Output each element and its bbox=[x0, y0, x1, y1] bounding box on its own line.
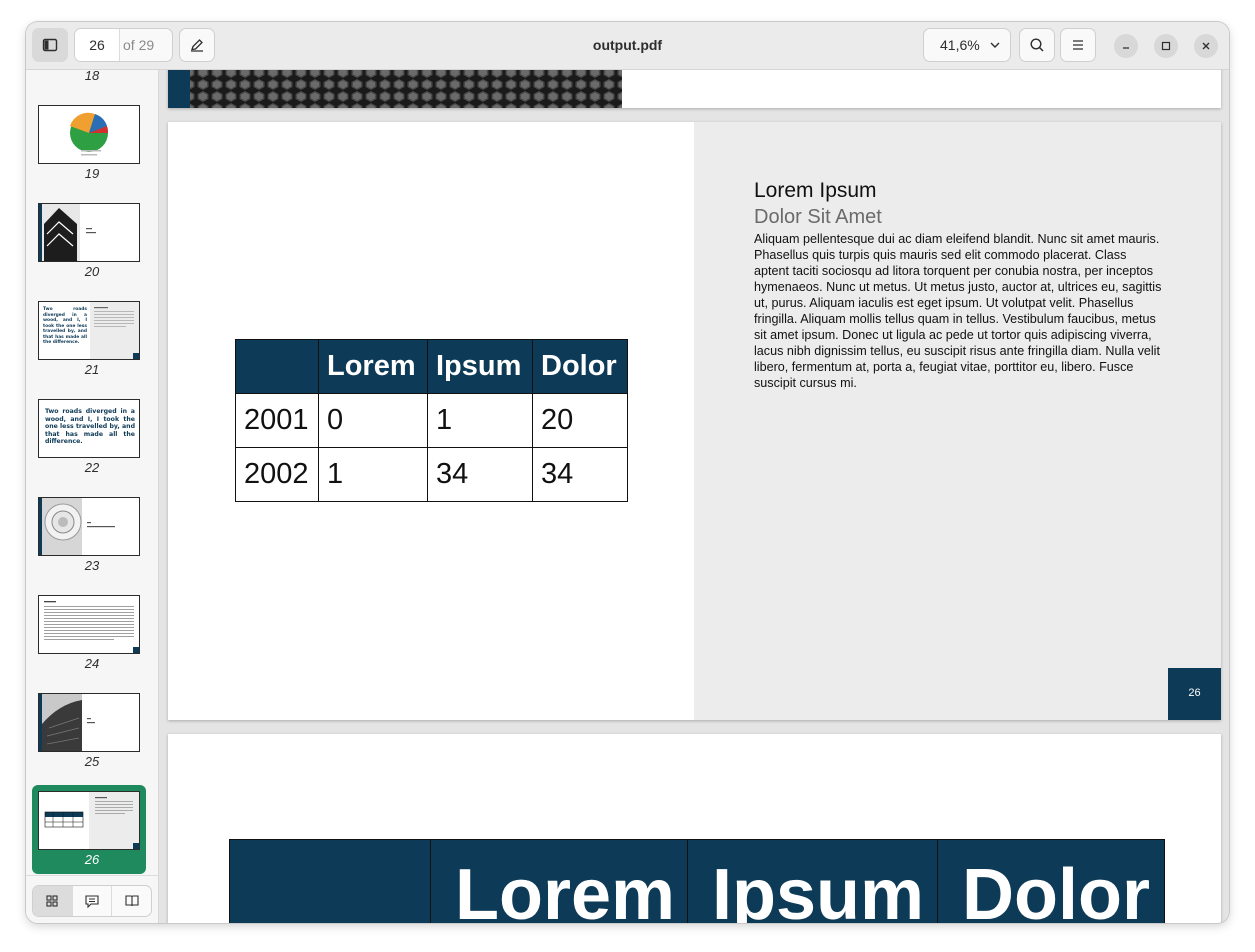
thumbnail-page-23[interactable] bbox=[38, 497, 140, 556]
thumbnail-page-24[interactable] bbox=[38, 595, 140, 654]
pencil-icon bbox=[191, 39, 203, 52]
text-page-thumbnail-image bbox=[44, 601, 139, 653]
page-selector[interactable]: 26 of 29 bbox=[74, 28, 173, 62]
table-cell: 1 bbox=[427, 393, 533, 448]
search-icon bbox=[1030, 38, 1044, 52]
table-header-cell: Ipsum bbox=[427, 339, 533, 394]
thumbnail-21-text-panel bbox=[90, 302, 139, 359]
thumbnail-21-quote: Two roads diverged in a wood, and I, I t… bbox=[43, 307, 87, 345]
thumbnail-22-quote: Two roads diverged in a wood, and I, I t… bbox=[45, 408, 135, 446]
thumbnail-page-21[interactable]: Two roads diverged in a wood, and I, I t… bbox=[38, 301, 140, 360]
thumbnail-label-22: 22 bbox=[84, 460, 100, 475]
thumbnail-label-24: 24 bbox=[84, 656, 100, 671]
table-header-cell bbox=[229, 839, 431, 923]
page-body-text: Aliquam pellentesque dui ac diam eleifen… bbox=[754, 232, 1162, 390]
page-count-label: of 29 bbox=[123, 37, 155, 53]
data-table: Lorem Ipsum Dolor 2001 0 1 20 2002 1 34 … bbox=[235, 339, 628, 502]
sidebar-toggle-button[interactable] bbox=[32, 28, 68, 62]
search-button[interactable] bbox=[1019, 28, 1055, 62]
table-header-cell: Dolor bbox=[937, 839, 1165, 923]
pie-chart-thumbnail-image bbox=[70, 112, 109, 156]
thumbnail-sidebar: 18 19 20 Two roads diverged in a wood, a… bbox=[26, 68, 159, 923]
annotations-view-button[interactable] bbox=[73, 886, 113, 916]
table-header-cell: Lorem bbox=[430, 839, 688, 923]
table-header-row: Lorem Ipsum Dolor bbox=[235, 339, 628, 394]
page-26: Lorem Ipsum Dolor 2001 0 1 20 2002 1 34 … bbox=[168, 122, 1221, 720]
text-lines-thumbnail-image bbox=[94, 307, 139, 359]
thumbnail-label-25: 25 bbox=[84, 754, 100, 769]
thumbnail-label-21: 21 bbox=[84, 362, 100, 377]
table-cell: 2002 bbox=[235, 447, 319, 502]
thumbnail-label-19: 19 bbox=[84, 166, 100, 181]
thumbnail-label-20: 20 bbox=[84, 264, 100, 279]
book-icon bbox=[125, 895, 139, 907]
close-button[interactable] bbox=[1194, 34, 1218, 58]
zoom-selector[interactable]: 41,6% bbox=[923, 28, 1011, 62]
maximize-icon bbox=[1161, 41, 1171, 51]
table-header-row: Lorem Ipsum Dolor bbox=[229, 839, 1165, 923]
close-icon bbox=[1202, 42, 1210, 50]
page-heading: Lorem Ipsum bbox=[754, 179, 877, 202]
thumbnail-page-19[interactable] bbox=[38, 105, 140, 164]
zoom-value: 41,6% bbox=[940, 37, 980, 53]
comment-icon bbox=[85, 895, 99, 908]
header-bar: output.pdf 26 of 29 41,6% bbox=[26, 22, 1229, 70]
table-header-cell: Dolor bbox=[532, 339, 628, 394]
hexagon-pattern-image bbox=[168, 70, 622, 108]
table-header-cell: Lorem bbox=[318, 339, 428, 394]
table-cell: 1 bbox=[318, 447, 428, 502]
table-cell: 34 bbox=[427, 447, 533, 502]
thumbnails-view-button[interactable] bbox=[33, 886, 73, 916]
table-header-cell bbox=[235, 339, 319, 394]
document-view[interactable]: Lorem Ipsum Dolor 2001 0 1 20 2002 1 34 … bbox=[159, 70, 1229, 923]
app-window: output.pdf 26 of 29 41,6% 18 19 20 Two r… bbox=[26, 22, 1229, 923]
large-table-header: Lorem Ipsum Dolor bbox=[229, 839, 1165, 923]
tower-thumbnail-image bbox=[39, 694, 95, 751]
thumbnail-label-23: 23 bbox=[84, 558, 100, 573]
annotate-button[interactable] bbox=[179, 28, 215, 62]
table-header-cell: Ipsum bbox=[687, 839, 938, 923]
table-cell: 0 bbox=[318, 393, 428, 448]
thumbnail-label-18: 18 bbox=[84, 68, 100, 83]
current-page-input[interactable]: 26 bbox=[75, 29, 120, 61]
table-cell: 2001 bbox=[235, 393, 319, 448]
table-page-thumbnail-image bbox=[44, 792, 139, 849]
page-27: Lorem Ipsum Dolor bbox=[168, 734, 1221, 923]
minimize-button[interactable] bbox=[1114, 34, 1138, 58]
table-row: 2002 1 34 34 bbox=[235, 447, 628, 502]
minimize-icon bbox=[1123, 47, 1129, 49]
table-cell: 34 bbox=[532, 447, 628, 502]
thumbnail-page-22[interactable]: Two roads diverged in a wood, and I, I t… bbox=[38, 399, 140, 458]
table-row: 2001 0 1 20 bbox=[235, 393, 628, 448]
sidebar-view-switcher bbox=[32, 885, 152, 917]
thumbnail-page-26[interactable] bbox=[38, 791, 140, 850]
thumbnail-page-20[interactable] bbox=[38, 203, 140, 262]
table-cell: 20 bbox=[532, 393, 628, 448]
page-number-badge: 26 bbox=[1168, 668, 1221, 720]
sidebar-footer bbox=[26, 875, 158, 923]
chevron-down-icon bbox=[990, 42, 1000, 48]
building-thumbnail-image bbox=[39, 204, 96, 261]
thumbnail-label-26: 26 bbox=[84, 852, 100, 867]
spiral-staircase-thumbnail-image bbox=[39, 498, 115, 555]
maximize-button[interactable] bbox=[1154, 34, 1178, 58]
hamburger-menu-icon bbox=[1073, 40, 1083, 50]
grid-icon bbox=[46, 895, 58, 907]
sidebar-icon bbox=[42, 38, 58, 52]
thumbnail-page-25[interactable] bbox=[38, 693, 140, 752]
page-subheading: Dolor Sit Amet bbox=[754, 206, 882, 228]
page-25 bbox=[168, 70, 1221, 108]
main-menu-button[interactable] bbox=[1060, 28, 1096, 62]
outline-view-button[interactable] bbox=[112, 886, 151, 916]
